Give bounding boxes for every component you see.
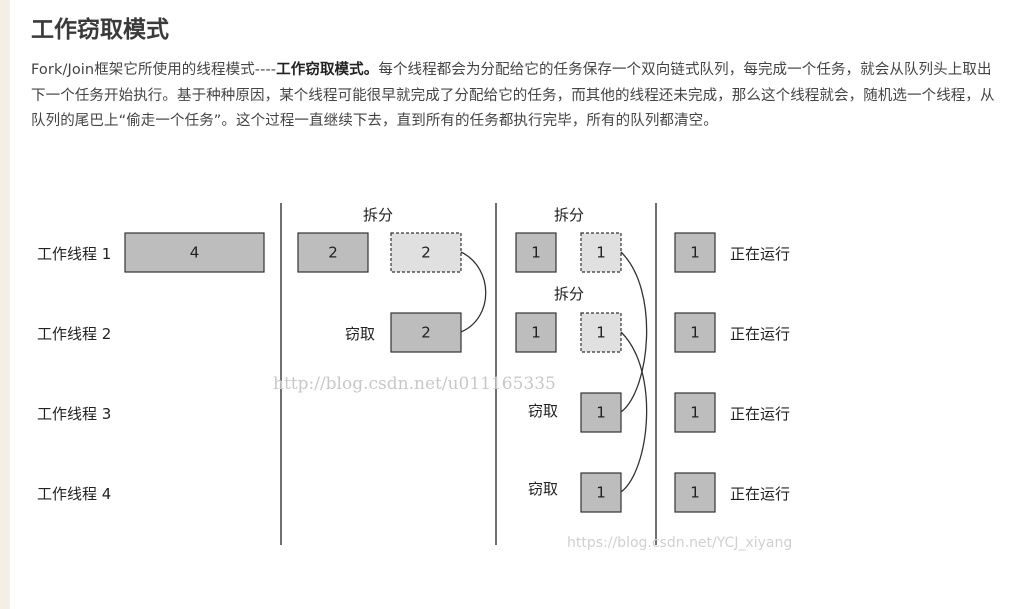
task-value: 2 — [328, 244, 338, 262]
task-box: 1 — [515, 312, 557, 353]
task-value: 1 — [596, 484, 606, 502]
split-label: 拆分 — [363, 206, 393, 224]
running-label: 正在运行 — [730, 405, 790, 423]
task-value: 1 — [690, 324, 700, 342]
task-value: 2 — [421, 324, 431, 342]
watermark-center: http://blog.csdn.net/u011165335 — [273, 374, 556, 394]
running-label: 正在运行 — [730, 485, 790, 503]
stolen-task-box: 2 — [390, 312, 462, 353]
stolen-task-box: 1 — [580, 392, 622, 433]
stolen-task-box: 1 — [580, 472, 622, 513]
running-label: 正在运行 — [730, 325, 790, 343]
thread-label-4: 工作线程 4 — [37, 485, 111, 503]
running-task-box: 1 — [674, 312, 716, 353]
task-value: 2 — [421, 244, 431, 262]
task-value: 1 — [596, 324, 606, 342]
task-value: 4 — [190, 244, 200, 262]
split-task-box: 1 — [580, 232, 622, 273]
split-label: 拆分 — [554, 285, 584, 303]
steal-arrow — [620, 331, 648, 493]
task-value: 1 — [690, 404, 700, 422]
running-task-box: 1 — [674, 232, 716, 273]
task-value: 1 — [690, 484, 700, 502]
task-box: 1 — [515, 232, 557, 273]
running-task-box: 1 — [674, 472, 716, 513]
work-stealing-diagram: 工作线程 1 工作线程 2 工作线程 3 工作线程 4 4 拆分 2 2 窃取 … — [37, 203, 792, 551]
running-task-box: 1 — [674, 392, 716, 433]
task-value: 1 — [531, 324, 541, 342]
task-value: 1 — [596, 404, 606, 422]
thread-label-1: 工作线程 1 — [37, 245, 111, 263]
steal-arrow — [620, 251, 648, 413]
watermark-bottom: https://blog.csdn.net/YCJ_xiyang — [567, 535, 792, 551]
steal-label: 窃取 — [528, 480, 558, 498]
steal-label: 窃取 — [345, 325, 375, 343]
split-task-box: 2 — [390, 232, 462, 273]
task-box: 4 — [124, 232, 265, 273]
task-value: 1 — [531, 244, 541, 262]
task-box: 2 — [297, 232, 369, 273]
split-task-box: 1 — [580, 312, 622, 353]
thread-label-2: 工作线程 2 — [37, 325, 111, 343]
running-label: 正在运行 — [730, 245, 790, 263]
steal-label: 窃取 — [528, 402, 558, 420]
split-label: 拆分 — [554, 206, 584, 224]
thread-label-3: 工作线程 3 — [37, 405, 111, 423]
task-value: 1 — [690, 244, 700, 262]
task-value: 1 — [596, 244, 606, 262]
steal-arrow — [460, 251, 487, 333]
